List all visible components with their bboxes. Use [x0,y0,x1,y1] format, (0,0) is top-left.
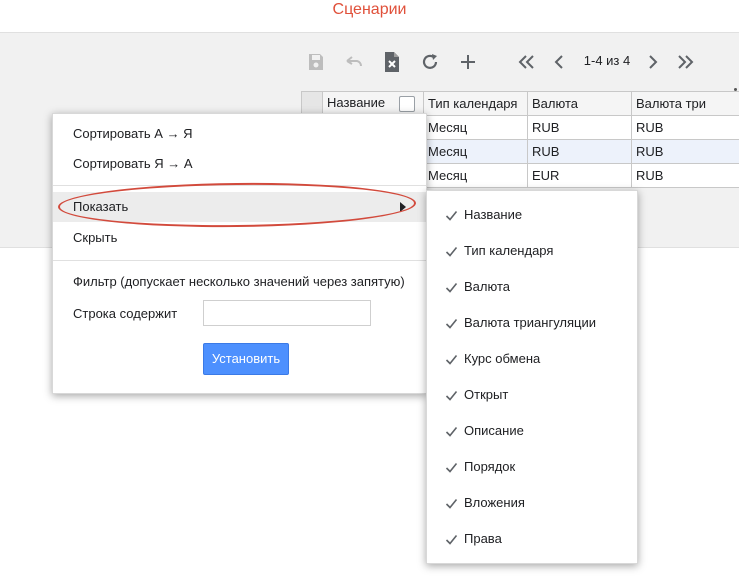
column-header-triangulation-currency[interactable]: Валюта три [631,91,739,116]
column-header-name[interactable]: Название [322,91,424,116]
submenu-item[interactable]: Открыт [427,377,637,413]
checkmark-icon [445,390,458,401]
checkmark-icon [445,426,458,437]
apply-filter-button[interactable]: Установить [203,343,289,375]
contains-input[interactable] [203,300,371,326]
last-page-icon[interactable] [673,50,697,74]
sort-descending-item[interactable]: Сортировать Я → А [53,149,426,179]
table-cell[interactable]: RUB [631,163,739,188]
checkmark-icon [445,282,458,293]
submenu-item[interactable]: Права [427,521,637,557]
table-cell[interactable]: Месяц [423,163,528,188]
submenu-item[interactable]: Порядок [427,449,637,485]
submenu-item[interactable]: Название [427,197,637,233]
submenu-item-label: Курс обмена [464,351,541,366]
checkmark-icon [445,498,458,509]
filter-label: Фильтр (допускает несколько значений чер… [73,274,405,289]
page-title: Сценарии [332,1,407,18]
submenu-item-label: Права [464,531,502,546]
show-columns-submenu: Название Тип календаря Валюта Валюта трианг… [426,190,638,564]
submenu-item-label: Вложения [464,495,525,510]
submenu-item-label: Порядок [464,459,516,474]
select-all-cell[interactable] [301,91,323,116]
first-page-icon[interactable] [515,50,539,74]
next-page-icon[interactable] [641,50,665,74]
hide-column-item[interactable]: Скрыть [53,223,426,253]
column-header-calendar-type[interactable]: Тип календаря [423,91,528,116]
contains-label: Строка содержит [73,306,178,321]
submenu-item[interactable]: Курс обмена [427,341,637,377]
table-cell[interactable]: RUB [527,139,632,164]
checkmark-icon [445,534,458,545]
submenu-item[interactable]: Тип календаря [427,233,637,269]
pager-status: 1-4 из 4 [583,53,631,68]
submenu-item-label: Описание [464,423,524,438]
table-cell[interactable]: Месяц [423,139,528,164]
checkmark-icon [445,210,458,221]
table-cell[interactable]: Месяц [423,115,528,140]
table-cell[interactable]: RUB [631,115,739,140]
prev-page-icon[interactable] [547,50,571,74]
save-icon[interactable] [304,50,328,74]
submenu-item[interactable]: Валюта [427,269,637,305]
delete-file-icon[interactable] [380,50,404,74]
table-cell[interactable]: RUB [527,115,632,140]
undo-icon[interactable] [342,50,366,74]
refresh-icon[interactable] [418,50,442,74]
submenu-item[interactable]: Вложения [427,485,637,521]
checkmark-icon [445,318,458,329]
column-context-menu: Сортировать А → Я Сортировать Я → А Пока… [52,113,427,394]
table-cell[interactable]: RUB [631,139,739,164]
submenu-item-label: Валюта [464,279,510,294]
submenu-item[interactable]: Валюта триангуляции [427,305,637,341]
checkmark-icon [445,354,458,365]
column-menu-icon[interactable] [399,95,416,112]
add-icon[interactable] [456,50,480,74]
submenu-item-label: Открыт [464,387,509,402]
sort-ascending-item[interactable]: Сортировать А → Я [53,119,426,149]
submenu-item-label: Название [464,207,523,222]
checkmark-icon [445,462,458,473]
submenu-item[interactable]: Описание [427,413,637,449]
submenu-item-label: Валюта триангуляции [464,315,597,330]
submenu-item-label: Тип календаря [464,243,554,258]
menu-divider [53,260,426,261]
table-header-row: Название Тип календаря Валюта Валюта три [301,91,739,116]
table-cell[interactable]: EUR [527,163,632,188]
column-header-currency[interactable]: Валюта [527,91,632,116]
checkmark-icon [445,246,458,257]
toolbar: 1-4 из 4 [0,33,739,101]
